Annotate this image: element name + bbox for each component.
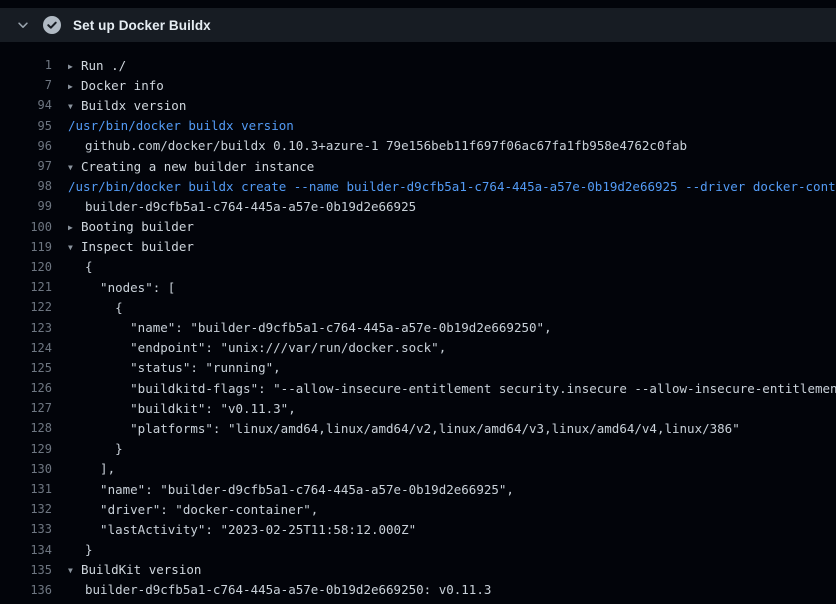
log-text: "name": "builder-d9cfb5a1-c764-445a-a57e…	[85, 482, 514, 497]
check-circle-icon	[43, 16, 61, 34]
log-group-header[interactable]: 119 ▼Inspect builder	[0, 237, 836, 257]
log-text: github.com/docker/buildx 0.10.3+azure-1 …	[85, 138, 687, 153]
line-number[interactable]: 122	[0, 300, 52, 314]
line-number[interactable]: 119	[0, 240, 52, 254]
line-number[interactable]: 7	[0, 78, 52, 92]
log-line: 130 ],	[0, 459, 836, 479]
log-group-header[interactable]: 1 ▶Run ./	[0, 55, 836, 75]
disclosure-triangle-collapsed-icon: ▶	[68, 223, 81, 232]
line-number[interactable]: 130	[0, 462, 52, 476]
workflow-log-panel: Set up Docker Buildx 1▶Run ./7▶Docker in…	[0, 8, 836, 604]
step-title: Set up Docker Buildx	[73, 18, 211, 33]
disclosure-triangle-expanded-icon: ▼	[68, 163, 81, 172]
line-number[interactable]: 124	[0, 341, 52, 355]
log-text: "buildkitd-flags": "--allow-insecure-ent…	[85, 381, 836, 396]
log-text: "nodes": [	[85, 280, 175, 295]
log-command-text: /usr/bin/docker buildx create --name bui…	[68, 179, 836, 194]
log-text: Docker info	[81, 78, 164, 93]
log-text: Buildx version	[81, 98, 186, 113]
log-line: 122 {	[0, 297, 836, 317]
log-line: 124 "endpoint": "unix:///var/run/docker.…	[0, 338, 836, 358]
log-text: "driver": "docker-container",	[85, 502, 318, 517]
line-number[interactable]: 128	[0, 421, 52, 435]
line-number[interactable]: 120	[0, 260, 52, 274]
log-group-header[interactable]: 100 ▶Booting builder	[0, 217, 836, 237]
log-line: 96 github.com/docker/buildx 0.10.3+azure-…	[0, 136, 836, 156]
line-number[interactable]: 95	[0, 119, 52, 133]
line-number[interactable]: 134	[0, 543, 52, 557]
log-line: 128 "platforms": "linux/amd64,linux/amd6…	[0, 418, 836, 438]
line-number[interactable]: 127	[0, 401, 52, 415]
log-group-header[interactable]: 97 ▼Creating a new builder instance	[0, 156, 836, 176]
log-line: 125 "status": "running",	[0, 358, 836, 378]
step-header[interactable]: Set up Docker Buildx	[0, 8, 836, 42]
log-line: 127 "buildkit": "v0.11.3",	[0, 398, 836, 418]
log-text: "status": "running",	[85, 360, 281, 375]
line-number[interactable]: 97	[0, 159, 52, 173]
log-text: "platforms": "linux/amd64,linux/amd64/v2…	[85, 421, 740, 436]
line-number[interactable]: 132	[0, 502, 52, 516]
log-line: 121 "nodes": [	[0, 277, 836, 297]
log-text: "lastActivity": "2023-02-25T11:58:12.000…	[85, 522, 416, 537]
log-line: 132 "driver": "docker-container",	[0, 499, 836, 519]
disclosure-triangle-expanded-icon: ▼	[68, 243, 81, 252]
log-lines-container: 1▶Run ./7▶Docker info94▼Buildx version95…	[0, 42, 836, 600]
log-text: "name": "builder-d9cfb5a1-c764-445a-a57e…	[85, 320, 552, 335]
log-text: "endpoint": "unix:///var/run/docker.sock…	[85, 340, 446, 355]
log-text: builder-d9cfb5a1-c764-445a-a57e-0b19d2e6…	[85, 199, 416, 214]
line-number[interactable]: 136	[0, 583, 52, 597]
log-line: 133 "lastActivity": "2023-02-25T11:58:12…	[0, 519, 836, 539]
log-text: BuildKit version	[81, 562, 201, 577]
log-text: }	[85, 542, 93, 557]
line-number[interactable]: 123	[0, 321, 52, 335]
line-number[interactable]: 131	[0, 482, 52, 496]
line-number[interactable]: 1	[0, 58, 52, 72]
log-text: {	[85, 300, 123, 315]
line-number[interactable]: 126	[0, 381, 52, 395]
log-line: 98/usr/bin/docker buildx create --name b…	[0, 176, 836, 196]
log-line: 123 "name": "builder-d9cfb5a1-c764-445a-…	[0, 317, 836, 337]
chevron-down-icon[interactable]	[16, 18, 30, 32]
log-command-text: /usr/bin/docker buildx version	[68, 118, 294, 133]
log-text: Inspect builder	[81, 239, 194, 254]
log-line: 134}	[0, 540, 836, 560]
line-number[interactable]: 94	[0, 98, 52, 112]
disclosure-triangle-expanded-icon: ▼	[68, 102, 81, 111]
line-number[interactable]: 125	[0, 361, 52, 375]
log-text: "buildkit": "v0.11.3",	[85, 401, 296, 416]
line-number[interactable]: 96	[0, 139, 52, 153]
log-line: 129 }	[0, 439, 836, 459]
log-line: 131 "name": "builder-d9cfb5a1-c764-445a-…	[0, 479, 836, 499]
log-text: Run ./	[81, 58, 126, 73]
line-number[interactable]: 121	[0, 280, 52, 294]
disclosure-triangle-collapsed-icon: ▶	[68, 82, 81, 91]
log-line: 136 builder-d9cfb5a1-c764-445a-a57e-0b19d…	[0, 580, 836, 600]
log-group-header[interactable]: 7 ▶Docker info	[0, 75, 836, 95]
log-group-header[interactable]: 94 ▼Buildx version	[0, 95, 836, 115]
line-number[interactable]: 129	[0, 442, 52, 456]
disclosure-triangle-collapsed-icon: ▶	[68, 62, 81, 71]
log-group-header[interactable]: 135 ▼BuildKit version	[0, 560, 836, 580]
disclosure-triangle-expanded-icon: ▼	[68, 566, 81, 575]
log-line: 99 builder-d9cfb5a1-c764-445a-a57e-0b19d2…	[0, 196, 836, 216]
line-number[interactable]: 100	[0, 220, 52, 234]
line-number[interactable]: 98	[0, 179, 52, 193]
line-number[interactable]: 135	[0, 563, 52, 577]
log-text: {	[85, 259, 93, 274]
log-text: Creating a new builder instance	[81, 159, 314, 174]
line-number[interactable]: 133	[0, 522, 52, 536]
log-text: }	[85, 441, 123, 456]
log-line: 120 {	[0, 257, 836, 277]
log-line: 126 "buildkitd-flags": "--allow-insecure…	[0, 378, 836, 398]
log-text: Booting builder	[81, 219, 194, 234]
log-text: builder-d9cfb5a1-c764-445a-a57e-0b19d2e6…	[85, 582, 491, 597]
line-number[interactable]: 99	[0, 199, 52, 213]
log-text: ],	[85, 461, 115, 476]
log-line: 95/usr/bin/docker buildx version	[0, 116, 836, 136]
